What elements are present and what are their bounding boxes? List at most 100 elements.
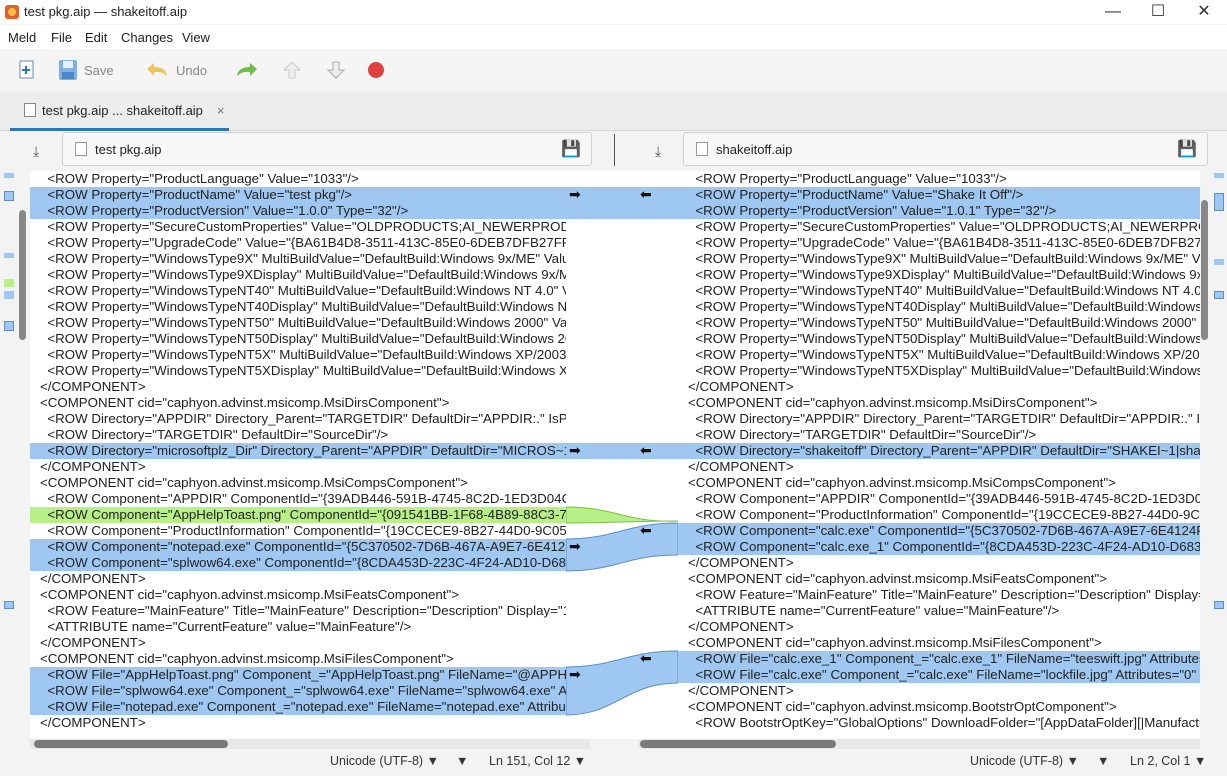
code-line[interactable]: <ROW File="splwow64.exe" Component_="spl… <box>30 683 566 699</box>
code-line[interactable]: <ROW Property="WindowsType9X" MultiBuild… <box>678 251 1200 267</box>
code-line[interactable]: <ROW Component="calc.exe_1" ComponentId=… <box>678 539 1200 555</box>
code-line[interactable]: <ROW Property="WindowsType9XDisplay" Mul… <box>678 267 1200 283</box>
menu-changes[interactable]: Changes <box>121 30 173 45</box>
left-horizontal-scrollbar[interactable] <box>30 739 590 749</box>
code-line[interactable]: </COMPONENT> <box>678 555 1200 571</box>
code-line[interactable]: <COMPONENT cid="caphyon.advinst.msicomp.… <box>30 475 566 491</box>
code-line[interactable]: </COMPONENT> <box>678 379 1200 395</box>
code-line[interactable]: <ROW Component="APPDIR" ComponentId="{39… <box>678 491 1200 507</box>
redo-button[interactable] <box>234 58 260 82</box>
code-line[interactable]: <ROW Property="ProductName" Value="Shake… <box>678 187 1200 203</box>
code-line[interactable]: <ROW Component="notepad.exe" ComponentId… <box>30 539 566 555</box>
right-line-ending-dropdown[interactable]: ▼ <box>1097 754 1109 774</box>
code-line[interactable]: <COMPONENT cid="caphyon.advinst.msicomp.… <box>678 699 1200 715</box>
tab-comparison[interactable]: test pkg.aip ... shakeitoff.aip × <box>10 92 229 131</box>
code-line[interactable]: <ROW Property="UpgradeCode" Value="{BA61… <box>678 235 1200 251</box>
code-line[interactable]: <ROW Property="WindowsTypeNT40Display" M… <box>678 299 1200 315</box>
code-line[interactable]: <COMPONENT cid="caphyon.advinst.msicomp.… <box>30 651 566 667</box>
code-line[interactable]: <ROW Directory="APPDIR" Directory_Parent… <box>678 411 1200 427</box>
left-text-pane[interactable]: <ROW Property="ProductLanguage" Value="1… <box>30 171 566 739</box>
code-line[interactable]: <ROW Property="WindowsTypeNT5X" MultiBui… <box>678 347 1200 363</box>
push-left-arrow-icon[interactable]: ⬅ <box>640 442 652 459</box>
code-line[interactable]: <ROW Property="ProductName" Value="test … <box>30 187 566 203</box>
code-line[interactable]: </COMPONENT> <box>30 459 566 475</box>
right-text-pane[interactable]: <ROW Property="ProductLanguage" Value="1… <box>678 171 1200 739</box>
right-horizontal-scrollbar[interactable] <box>638 739 1200 749</box>
code-line[interactable]: <ROW Component="ProductInformation" Comp… <box>30 523 566 539</box>
code-line[interactable]: <ROW Property="WindowsTypeNT50Display" M… <box>678 331 1200 347</box>
code-line[interactable]: </COMPONENT> <box>678 619 1200 635</box>
code-line[interactable]: <COMPONENT cid="caphyon.advinst.msicomp.… <box>30 587 566 603</box>
code-line[interactable]: <ROW File="notepad.exe" Component_="note… <box>30 699 566 715</box>
code-line[interactable]: <ROW Property="WindowsTypeNT40Display" M… <box>30 299 566 315</box>
code-line[interactable]: <ROW File="calc.exe" Component_="calc.ex… <box>678 667 1200 683</box>
menu-meld[interactable]: Meld <box>8 30 36 45</box>
code-line[interactable]: <ROW Property="SecureCustomProperties" V… <box>678 219 1200 235</box>
maximize-button[interactable]: ☐ <box>1135 0 1181 24</box>
code-line[interactable]: <COMPONENT cid="caphyon.advinst.msicomp.… <box>678 635 1200 651</box>
left-vertical-scrollbar[interactable] <box>19 210 26 340</box>
right-file-path-box[interactable]: shakeitoff.aip 💾 <box>683 132 1208 166</box>
code-line[interactable]: <ROW Property="WindowsTypeNT5XDisplay" M… <box>678 363 1200 379</box>
code-line[interactable]: <COMPONENT cid="caphyon.advinst.msicomp.… <box>678 395 1200 411</box>
left-overview-map[interactable] <box>3 171 15 739</box>
code-line[interactable]: </COMPONENT> <box>30 571 566 587</box>
right-scroll-thumb[interactable] <box>640 740 836 748</box>
code-line[interactable]: </COMPONENT> <box>30 715 566 731</box>
code-line[interactable]: <ROW Property="WindowsTypeNT40" MultiBui… <box>678 283 1200 299</box>
right-overview-map[interactable] <box>1213 171 1225 739</box>
push-right-arrow-icon[interactable]: ➡ <box>569 442 581 459</box>
right-vertical-scrollbar[interactable] <box>1201 200 1208 340</box>
code-line[interactable]: <ROW Component="ProductInformation" Comp… <box>678 507 1200 523</box>
save-file-icon[interactable]: 💾 <box>1177 139 1197 159</box>
push-right-arrow-icon[interactable]: ➡ <box>569 538 581 555</box>
next-change-button[interactable] <box>326 58 346 82</box>
push-right-arrow-icon[interactable]: ➡ <box>569 186 581 203</box>
code-line[interactable]: <ATTRIBUTE name="CurrentFeature" value="… <box>678 603 1200 619</box>
code-line[interactable]: <ROW Property="WindowsType9X" MultiBuild… <box>30 251 566 267</box>
new-comparison-button[interactable] <box>18 58 36 82</box>
minimize-button[interactable]: — <box>1090 0 1136 24</box>
code-line[interactable]: <ROW Directory="TARGETDIR" DefaultDir="S… <box>678 427 1200 443</box>
code-line[interactable]: </COMPONENT> <box>30 635 566 651</box>
code-line[interactable]: <ROW Property="WindowsType9XDisplay" Mul… <box>30 267 566 283</box>
code-line[interactable]: <ROW Property="UpgradeCode" Value="{BA61… <box>30 235 566 251</box>
code-line[interactable]: <ROW Property="WindowsTypeNT40" MultiBui… <box>30 283 566 299</box>
code-line[interactable]: <ROW Component="APPDIR" ComponentId="{39… <box>30 491 566 507</box>
code-line[interactable]: <ROW File="calc.exe_1" Component_="calc.… <box>678 651 1200 667</box>
left-cursor-position[interactable]: Ln 151, Col 12 ▼ <box>489 754 586 774</box>
stop-button[interactable] <box>367 58 385 82</box>
code-line[interactable]: <ROW Property="ProductVersion" Value="1.… <box>678 203 1200 219</box>
code-line[interactable]: <ROW Property="SecureCustomProperties" V… <box>30 219 566 235</box>
left-encoding-dropdown[interactable]: Unicode (UTF-8) ▼ <box>330 754 439 774</box>
right-encoding-dropdown[interactable]: Unicode (UTF-8) ▼ <box>970 754 1079 774</box>
undo-button[interactable]: Undo <box>144 58 207 82</box>
code-line[interactable]: <ROW Directory="APPDIR" Directory_Parent… <box>30 411 566 427</box>
push-left-arrow-icon[interactable]: ⬅ <box>640 186 652 203</box>
code-line[interactable]: <ROW File="AppHelpToast.png" Component_=… <box>30 667 566 683</box>
push-right-arrow-icon[interactable]: ➡ <box>569 666 581 683</box>
code-line[interactable]: <ROW Property="WindowsTypeNT5XDisplay" M… <box>30 363 566 379</box>
code-line[interactable]: <ROW Property="WindowsTypeNT5X" MultiBui… <box>30 347 566 363</box>
code-line[interactable]: <ROW Property="WindowsTypeNT50Display" M… <box>30 331 566 347</box>
left-scroll-thumb[interactable] <box>34 740 228 748</box>
code-line[interactable]: <ROW Component="calc.exe" ComponentId="{… <box>678 523 1200 539</box>
menu-file[interactable]: File <box>51 30 72 45</box>
code-line[interactable]: <COMPONENT cid="caphyon.advinst.msicomp.… <box>30 395 566 411</box>
tab-close-icon[interactable]: × <box>217 103 225 118</box>
menu-edit[interactable]: Edit <box>85 30 107 45</box>
code-line[interactable]: <ROW Property="ProductLanguage" Value="1… <box>678 171 1200 187</box>
close-button[interactable]: ✕ <box>1181 0 1227 24</box>
code-line[interactable]: <ROW Component="AppHelpToast.png" Compon… <box>30 507 566 523</box>
code-line[interactable]: <ROW BootstrOptKey="GlobalOptions" Downl… <box>678 715 1200 731</box>
code-line[interactable]: <COMPONENT cid="caphyon.advinst.msicomp.… <box>678 475 1200 491</box>
left-line-ending-dropdown[interactable]: ▼ <box>456 754 468 774</box>
download-icon[interactable]: ⤓ <box>655 143 661 160</box>
push-left-arrow-icon[interactable]: ⬅ <box>640 522 652 539</box>
code-line[interactable]: <ROW Feature="MainFeature" Title="MainFe… <box>30 603 566 619</box>
previous-change-button[interactable] <box>282 58 302 82</box>
download-icon[interactable]: ⤓ <box>33 143 39 160</box>
left-file-path-box[interactable]: test pkg.aip 💾 <box>62 132 592 166</box>
code-line[interactable]: <ROW Property="WindowsTypeNT50" MultiBui… <box>678 315 1200 331</box>
code-line[interactable]: <COMPONENT cid="caphyon.advinst.msicomp.… <box>678 571 1200 587</box>
